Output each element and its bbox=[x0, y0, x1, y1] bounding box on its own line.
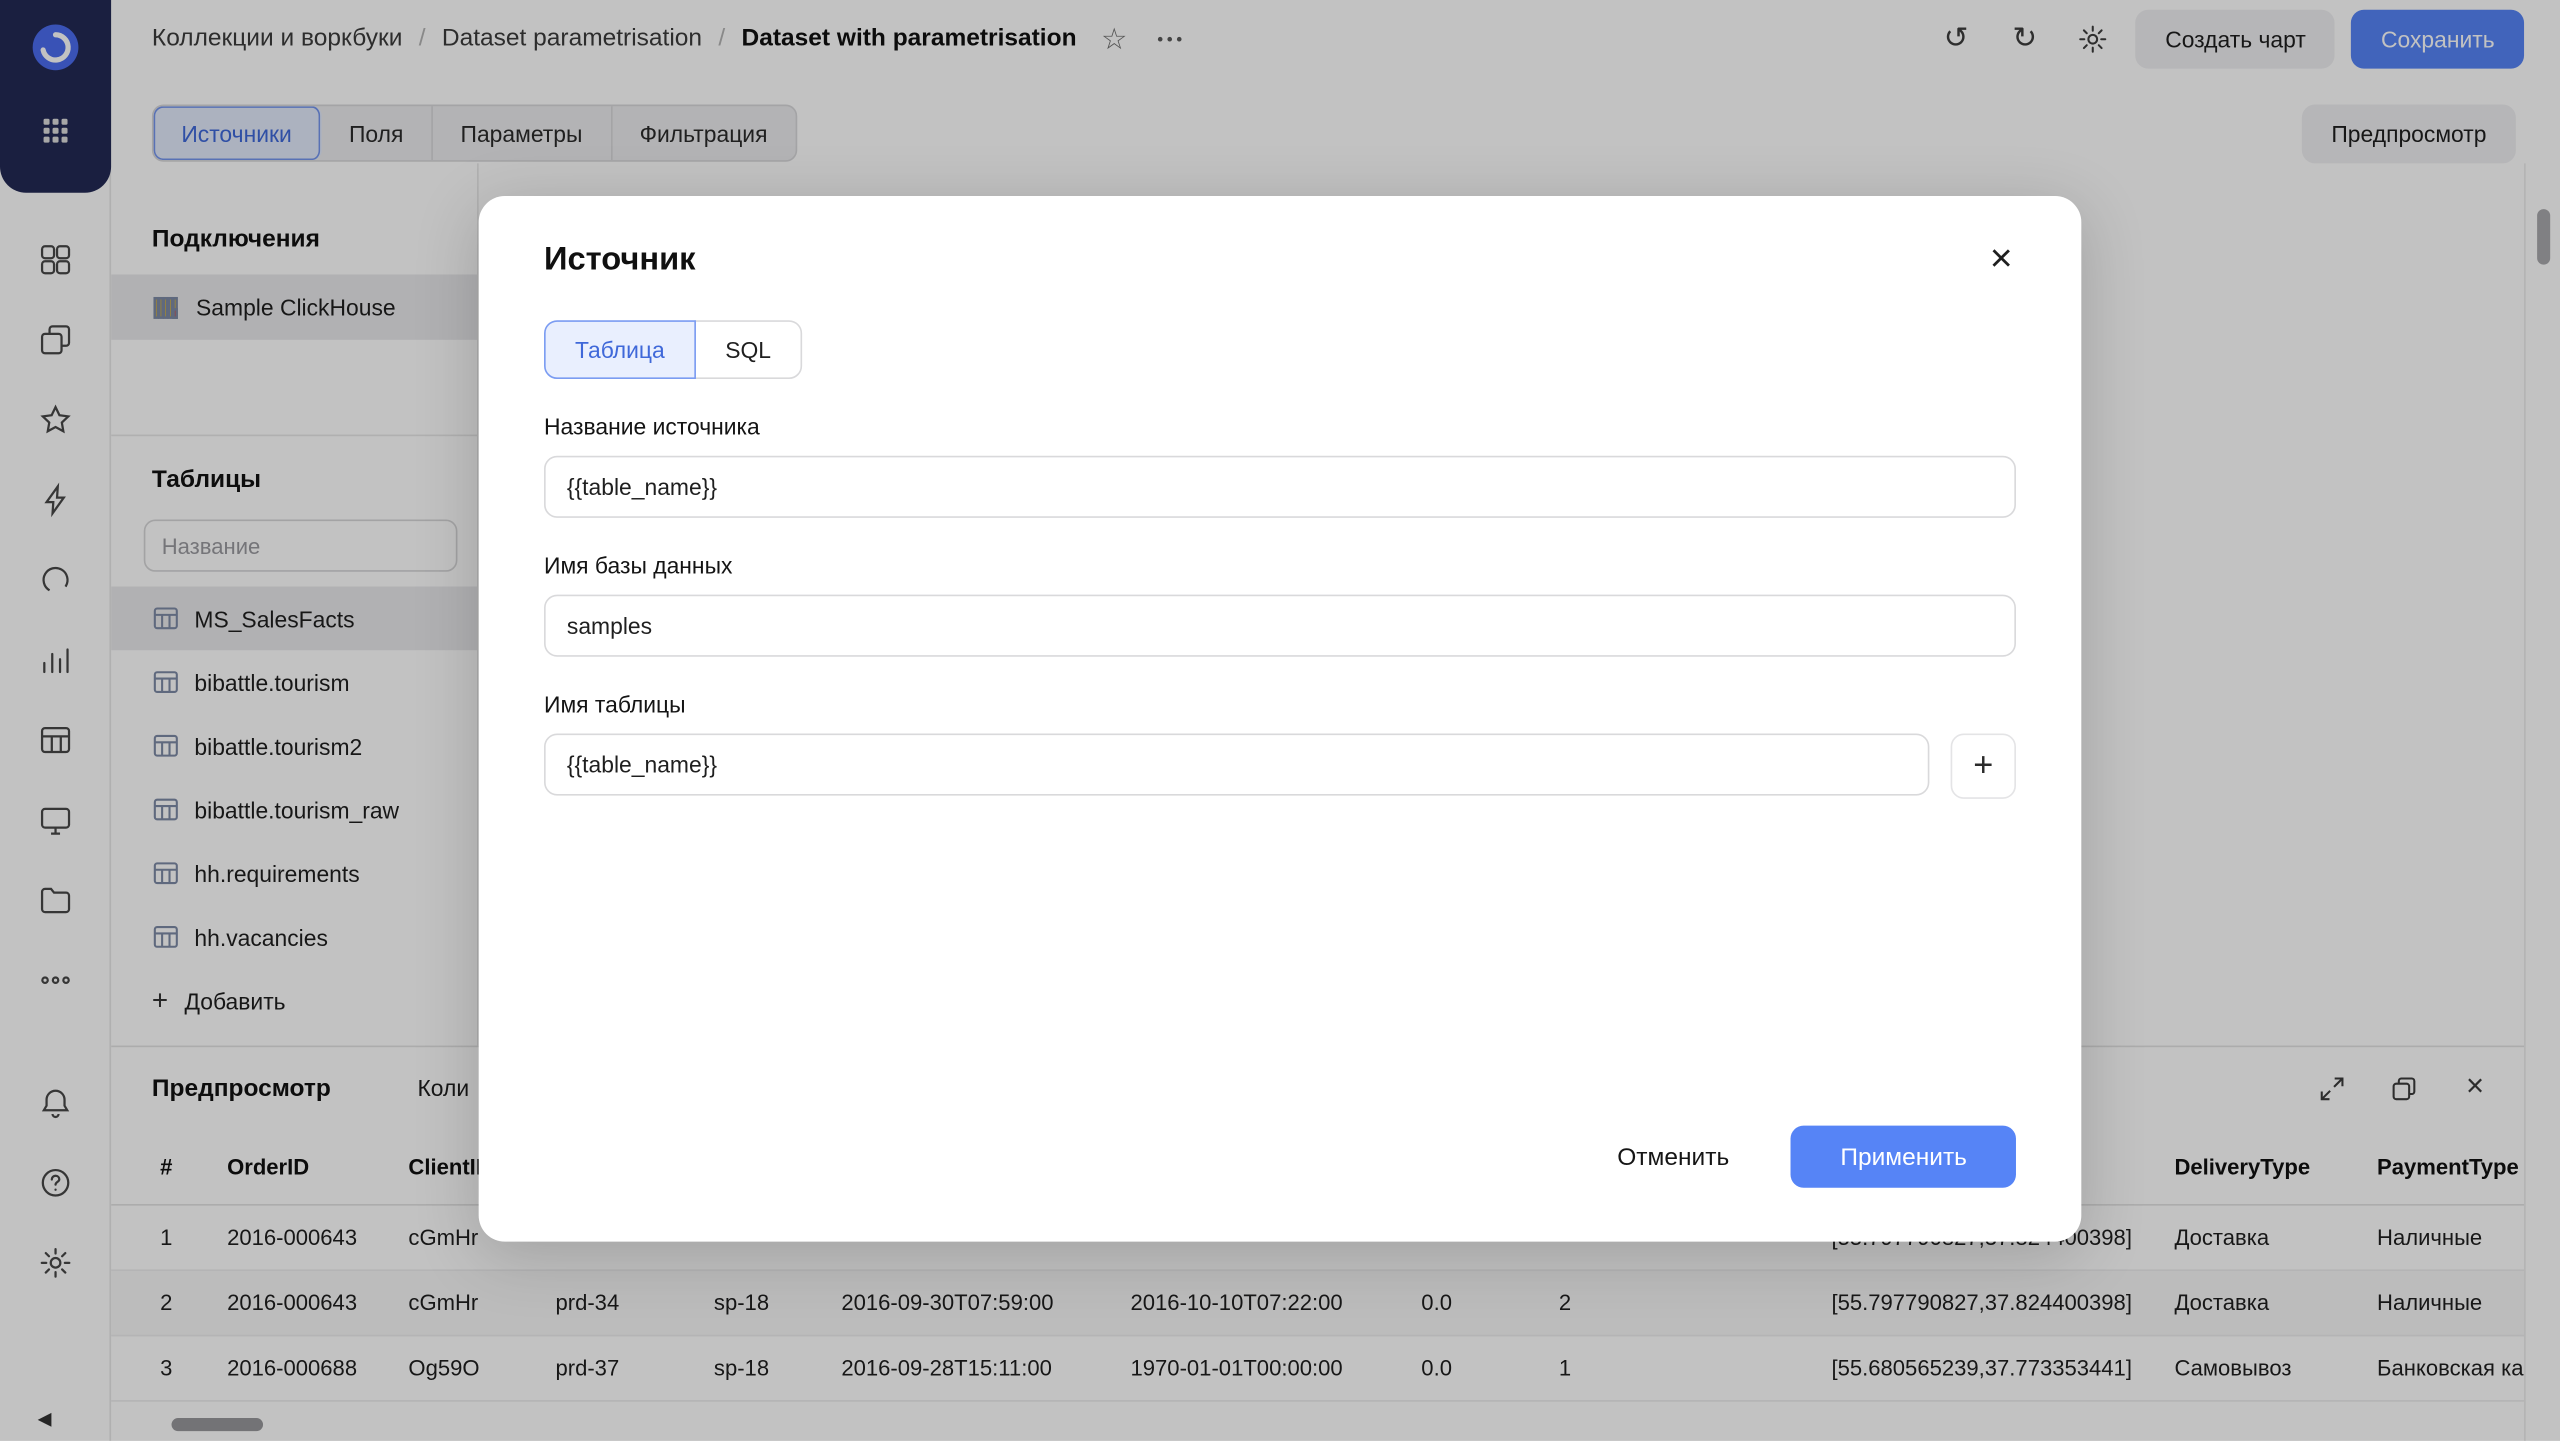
modal-footer: Отменить Применить bbox=[1581, 1126, 2016, 1188]
table-name-input[interactable] bbox=[544, 734, 1929, 796]
db-name-label: Имя базы данных bbox=[544, 549, 2016, 582]
source-modal: Источник × Таблица SQL Название источник… bbox=[479, 196, 2082, 1242]
apply-button[interactable]: Применить bbox=[1791, 1126, 2016, 1188]
source-name-label: Название источника bbox=[544, 410, 2016, 443]
db-name-input[interactable] bbox=[544, 595, 2016, 657]
add-parameter-button[interactable]: + bbox=[1951, 734, 2016, 799]
source-type-tabs: Таблица SQL bbox=[544, 320, 802, 379]
app-root: ◀ Коллекции и воркбуки / Dataset paramet… bbox=[0, 0, 2560, 1441]
source-name-input[interactable] bbox=[544, 456, 2016, 518]
table-name-label: Имя таблицы bbox=[544, 688, 2016, 721]
cancel-button[interactable]: Отменить bbox=[1581, 1126, 1765, 1188]
tab-sql[interactable]: SQL bbox=[694, 320, 802, 379]
modal-title: Источник bbox=[544, 239, 2016, 281]
tab-table[interactable]: Таблица bbox=[544, 320, 696, 379]
table-name-row: + bbox=[544, 720, 2016, 798]
close-icon[interactable]: × bbox=[1973, 232, 2029, 288]
